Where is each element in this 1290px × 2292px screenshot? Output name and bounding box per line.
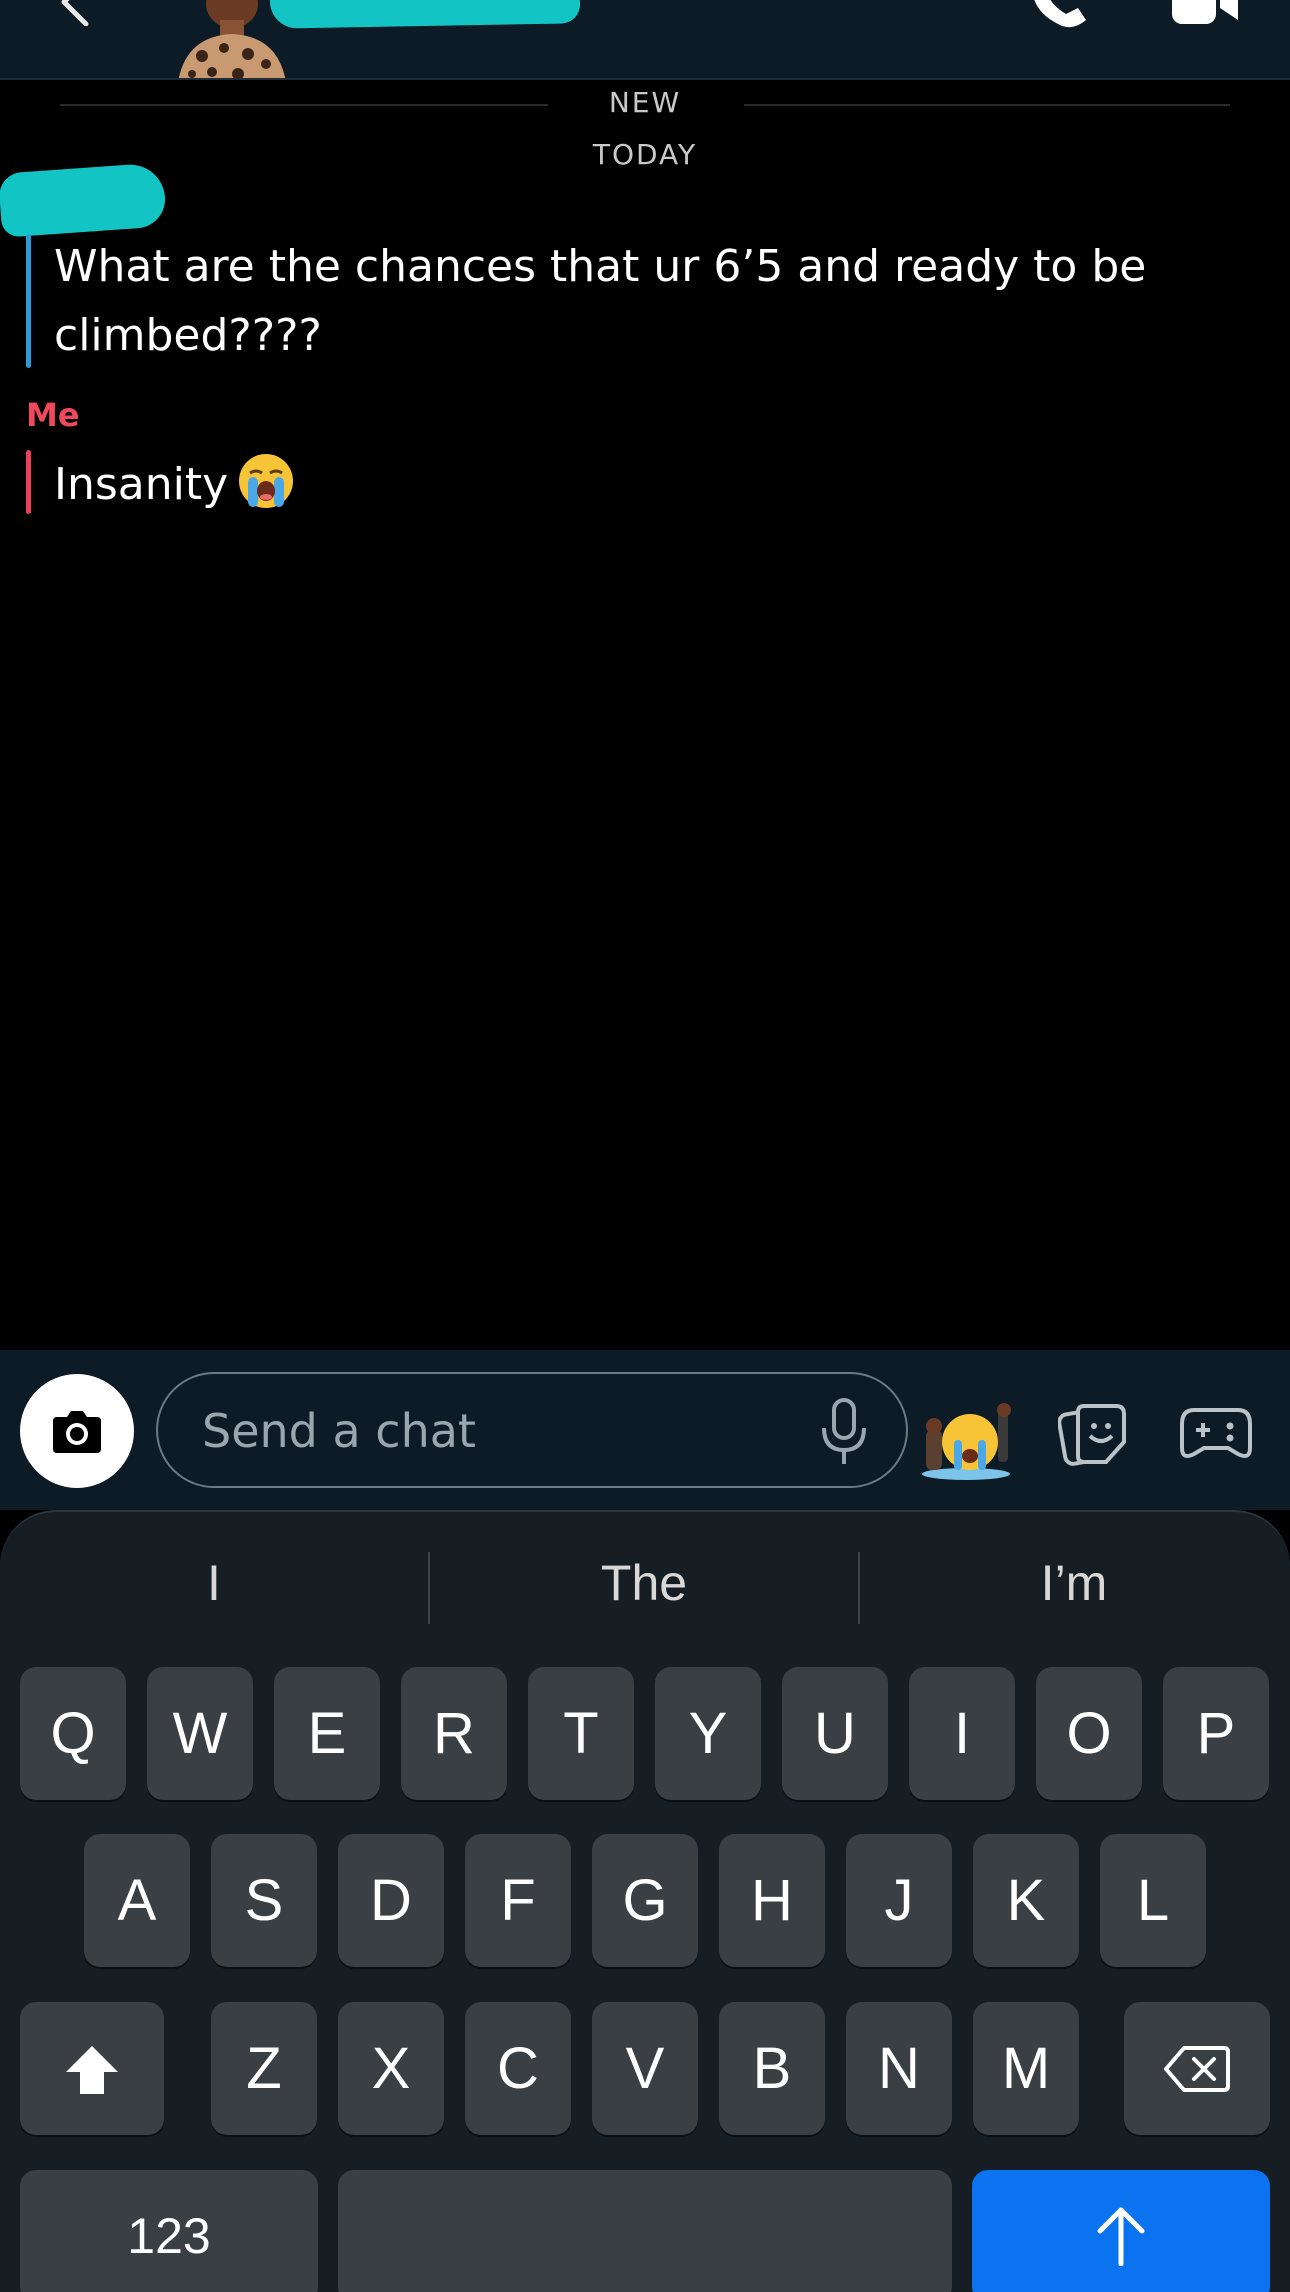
send-key[interactable] bbox=[972, 2170, 1270, 2292]
key-c[interactable]: C bbox=[465, 2002, 571, 2135]
camera-icon bbox=[53, 1411, 101, 1453]
microphone-icon[interactable] bbox=[820, 1398, 868, 1466]
video-camera-icon[interactable] bbox=[1170, 0, 1240, 26]
new-messages-label: NEW bbox=[608, 86, 682, 119]
shift-key[interactable] bbox=[20, 2002, 164, 2135]
key-b[interactable]: B bbox=[719, 2002, 825, 2135]
delete-key[interactable] bbox=[1124, 2002, 1270, 2135]
key-r[interactable]: R bbox=[401, 1667, 507, 1800]
keyboard: I The I’m Q W E R T Y U I O P A S D F G … bbox=[0, 1510, 1290, 2292]
key-y[interactable]: Y bbox=[655, 1667, 761, 1800]
chat-header bbox=[0, 0, 1290, 80]
game-controller-icon[interactable] bbox=[1180, 1404, 1252, 1464]
stickers-icon[interactable] bbox=[1058, 1402, 1128, 1468]
key-o[interactable]: O bbox=[1036, 1667, 1142, 1800]
friend-message-bar bbox=[26, 234, 31, 368]
key-u[interactable]: U bbox=[782, 1667, 888, 1800]
arrow-up-icon bbox=[1097, 2207, 1145, 2267]
key-l[interactable]: L bbox=[1100, 1834, 1206, 1967]
name-redaction bbox=[269, 0, 581, 29]
key-k[interactable]: K bbox=[973, 1834, 1079, 1967]
suggestion-1[interactable]: I bbox=[0, 1554, 428, 1612]
camera-button[interactable] bbox=[20, 1374, 134, 1488]
key-x[interactable]: X bbox=[338, 2002, 444, 2135]
chat-screen: NEW TODAY What are the chances that ur 6… bbox=[0, 0, 1290, 2292]
key-q[interactable]: Q bbox=[20, 1667, 126, 1800]
message-text[interactable]: What are the chances that ur 6’5 and rea… bbox=[54, 232, 1234, 370]
key-d[interactable]: D bbox=[338, 1834, 444, 1967]
backspace-icon bbox=[1164, 2046, 1230, 2092]
key-f[interactable]: F bbox=[465, 1834, 571, 1967]
message-item[interactable]: Insanity bbox=[54, 450, 294, 519]
key-s[interactable]: S bbox=[211, 1834, 317, 1967]
key-h[interactable]: H bbox=[719, 1834, 825, 1967]
sender-label-me: Me bbox=[26, 396, 80, 434]
key-w[interactable]: W bbox=[147, 1667, 253, 1800]
key-t[interactable]: T bbox=[528, 1667, 634, 1800]
space-key[interactable] bbox=[338, 2170, 952, 2292]
key-e[interactable]: E bbox=[274, 1667, 380, 1800]
key-p[interactable]: P bbox=[1163, 1667, 1269, 1800]
key-v[interactable]: V bbox=[592, 2002, 698, 2135]
loudly-crying-face-icon bbox=[239, 454, 294, 508]
shift-icon bbox=[66, 2046, 118, 2094]
chat-input-placeholder: Send a chat bbox=[202, 1404, 476, 1458]
key-a[interactable]: A bbox=[84, 1834, 190, 1967]
my-message-bar bbox=[26, 450, 31, 514]
message-text: Insanity bbox=[54, 459, 229, 510]
key-m[interactable]: M bbox=[973, 2002, 1079, 2135]
new-divider-right bbox=[744, 104, 1230, 106]
sender-name-redaction bbox=[0, 162, 168, 238]
chevron-left-icon[interactable] bbox=[50, 0, 100, 26]
suggestion-2[interactable]: The bbox=[430, 1554, 858, 1612]
suggestion-3[interactable]: I’m bbox=[860, 1554, 1288, 1612]
key-j[interactable]: J bbox=[846, 1834, 952, 1967]
key-i[interactable]: I bbox=[909, 1667, 1015, 1800]
phone-icon[interactable] bbox=[1028, 0, 1092, 32]
key-z[interactable]: Z bbox=[211, 2002, 317, 2135]
composer-bar: Send a chat bbox=[0, 1350, 1290, 1510]
date-label: TODAY bbox=[592, 138, 698, 171]
numbers-key[interactable]: 123 bbox=[20, 2170, 318, 2292]
key-g[interactable]: G bbox=[592, 1834, 698, 1967]
chat-input[interactable]: Send a chat bbox=[156, 1372, 908, 1488]
key-n[interactable]: N bbox=[846, 2002, 952, 2135]
bitmoji-sticker-icon[interactable] bbox=[918, 1400, 1014, 1480]
